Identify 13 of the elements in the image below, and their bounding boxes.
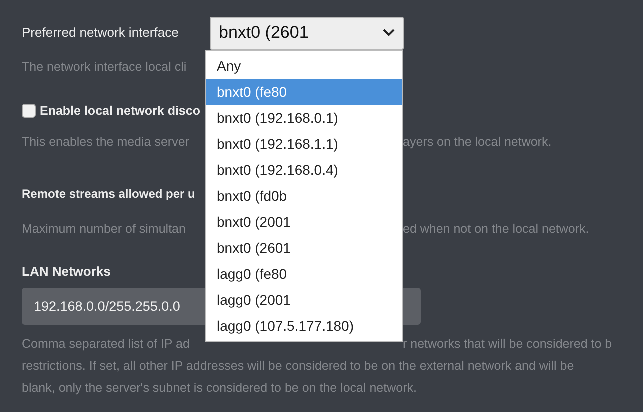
description-text: Maximum number of simultan — [22, 222, 186, 236]
field-label: Preferred network interface — [22, 25, 180, 41]
field-label: Remote streams allowed per u — [22, 186, 196, 202]
description-text: restrictions. If set, all other IP addresses will be considered to be on the external network and will be — [22, 358, 574, 374]
checkbox-label: Enable local network disco — [40, 103, 200, 119]
description-text: ed when not on the local network. — [403, 221, 590, 237]
field-label: LAN Networks — [22, 264, 111, 280]
description-text: blank, only the server's subnet is considered to be on the local network. — [22, 380, 417, 396]
description-text: This enables the media server — [22, 135, 190, 149]
description-text: Comma separated list of IP ad — [22, 337, 190, 351]
description-text: r networks that will be considered to b — [403, 336, 612, 352]
description-text: The network interface local cli — [22, 60, 187, 74]
description-text: ayers on the local network. — [403, 134, 552, 150]
